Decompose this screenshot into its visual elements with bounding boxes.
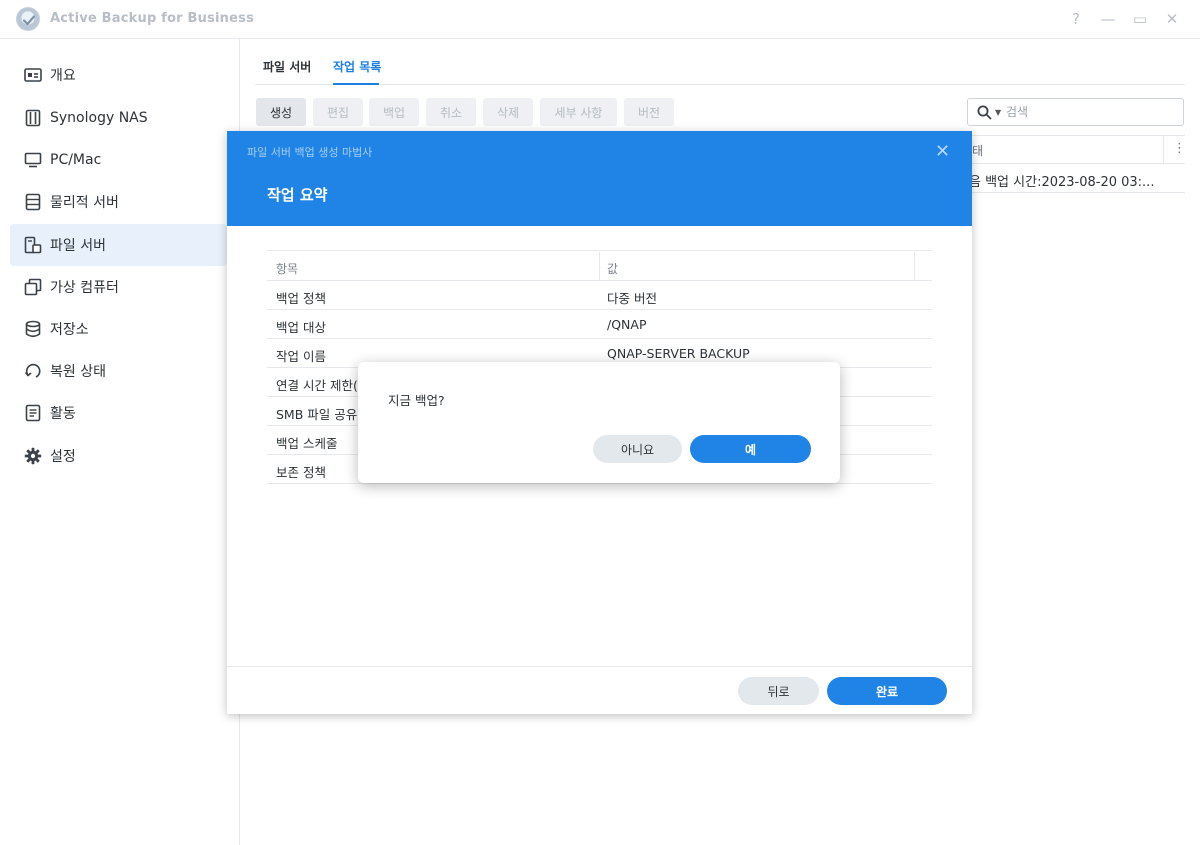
summary-value: 다중 버전 [607, 291, 657, 306]
sidebar-item-label: 가상 컴퓨터 [50, 280, 119, 296]
wizard-footer: 뒤로 완료 [227, 666, 972, 714]
table-cell-status: 음 백업 시간:2023-08-20 03:... [969, 175, 1155, 190]
delete-button[interactable]: 삭제 [483, 98, 533, 126]
sidebar-item-pc-mac[interactable]: PC/Mac [10, 139, 227, 181]
sidebar-item-label: 활동 [50, 406, 76, 422]
tab-bar: 파일 서버 작업 목록 [255, 58, 1185, 85]
column-header-item: 항목 [276, 262, 299, 276]
summary-key: SMB 파일 공유 [276, 407, 358, 422]
restore-status-icon [22, 360, 44, 382]
sidebar-item-label: 복원 상태 [50, 364, 106, 380]
grid-column-status[interactable]: 태 [972, 142, 983, 159]
sidebar-item-label: 설정 [50, 449, 76, 465]
virtual-machine-icon [22, 276, 44, 298]
minimize-icon[interactable]: — [1098, 9, 1118, 29]
search-box: ▼ [967, 98, 1184, 126]
details-button[interactable]: 세부 사항 [540, 98, 617, 126]
summary-value: QNAP-SERVER BACKUP [607, 346, 750, 361]
sidebar-item-physical-server[interactable]: 물리적 서버 [10, 181, 227, 223]
search-icon[interactable] [977, 105, 992, 124]
storage-icon [22, 318, 44, 340]
column-menu-icon[interactable]: ⋮ [1173, 141, 1186, 156]
nas-icon [22, 107, 44, 129]
maximize-icon[interactable]: ▭ [1130, 9, 1150, 29]
sidebar: 개요 Synology NAS PC/Mac 물리적 서버 파일 서버 가상 컴… [0, 39, 240, 845]
summary-key: 연결 시간 제한( [276, 378, 358, 393]
gear-icon [22, 445, 44, 467]
sidebar-item-virtual-machine[interactable]: 가상 컴퓨터 [10, 266, 227, 308]
summary-key: 백업 스케줄 [276, 436, 338, 451]
sidebar-item-settings[interactable]: 설정 [10, 435, 227, 477]
sidebar-item-restore-status[interactable]: 복원 상태 [10, 350, 227, 392]
sidebar-item-label: Synology NAS [50, 110, 148, 126]
sidebar-item-label: 개요 [50, 68, 76, 84]
summary-key: 백업 정책 [276, 291, 326, 306]
edit-button[interactable]: 편집 [313, 98, 363, 126]
physical-server-icon [22, 191, 44, 213]
sidebar-item-storage[interactable]: 저장소 [10, 308, 227, 350]
file-server-icon [22, 234, 44, 256]
app-logo-icon [16, 7, 40, 31]
summary-table-header: 항목 값 [267, 250, 932, 281]
summary-key: 보존 정책 [276, 465, 326, 480]
wizard-step-heading: 작업 요약 [267, 186, 328, 204]
yes-button[interactable]: 예 [690, 435, 811, 463]
cancel-button[interactable]: 취소 [426, 98, 476, 126]
help-icon[interactable]: ? [1066, 9, 1086, 29]
tab-active-indicator [333, 83, 379, 85]
activity-icon [22, 402, 44, 424]
version-button[interactable]: 버전 [624, 98, 674, 126]
sidebar-item-label: PC/Mac [50, 152, 102, 168]
sidebar-item-label: 파일 서버 [50, 238, 106, 254]
grid-column-separator [1163, 136, 1164, 163]
close-icon[interactable]: ✕ [1162, 9, 1182, 29]
wizard-title: 파일 서버 백업 생성 마법사 [247, 146, 373, 159]
no-button[interactable]: 아니요 [593, 435, 682, 463]
finish-button[interactable]: 완료 [827, 677, 947, 705]
create-button[interactable]: 생성 [256, 98, 306, 126]
column-separator [914, 252, 915, 281]
search-input[interactable] [1006, 103, 1176, 121]
sidebar-item-synology-nas[interactable]: Synology NAS [10, 97, 227, 139]
pc-mac-icon [22, 149, 44, 171]
summary-value: /QNAP [607, 317, 647, 332]
title-bar: Active Backup for Business ? — ▭ ✕ [0, 0, 1200, 39]
table-row: 백업 대상 /QNAP [267, 310, 932, 339]
sidebar-item-label: 저장소 [50, 322, 89, 338]
backup-button[interactable]: 백업 [369, 98, 419, 126]
back-button[interactable]: 뒤로 [738, 677, 819, 705]
close-icon[interactable]: ✕ [935, 141, 950, 162]
app-title: Active Backup for Business [50, 11, 255, 26]
sidebar-item-label: 물리적 서버 [50, 195, 119, 211]
confirm-backup-dialog: 지금 백업? 아니요 예 [358, 362, 840, 483]
summary-key: 작업 이름 [276, 349, 326, 364]
summary-key: 백업 대상 [276, 320, 326, 335]
tab-file-server[interactable]: 파일 서버 [263, 58, 311, 75]
confirm-message: 지금 백업? [388, 393, 445, 408]
sidebar-item-activity[interactable]: 활동 [10, 392, 227, 434]
table-row: 백업 정책 다중 버전 [267, 281, 932, 310]
overview-icon [22, 64, 44, 86]
sidebar-item-file-server[interactable]: 파일 서버 [10, 224, 227, 266]
search-dropdown-icon[interactable]: ▼ [995, 108, 1001, 117]
wizard-header: 파일 서버 백업 생성 마법사 ✕ 작업 요약 [227, 131, 972, 226]
tab-job-list[interactable]: 작업 목록 [333, 58, 381, 75]
column-separator [599, 252, 600, 281]
sidebar-item-overview[interactable]: 개요 [10, 54, 227, 96]
column-header-value: 값 [607, 262, 619, 276]
